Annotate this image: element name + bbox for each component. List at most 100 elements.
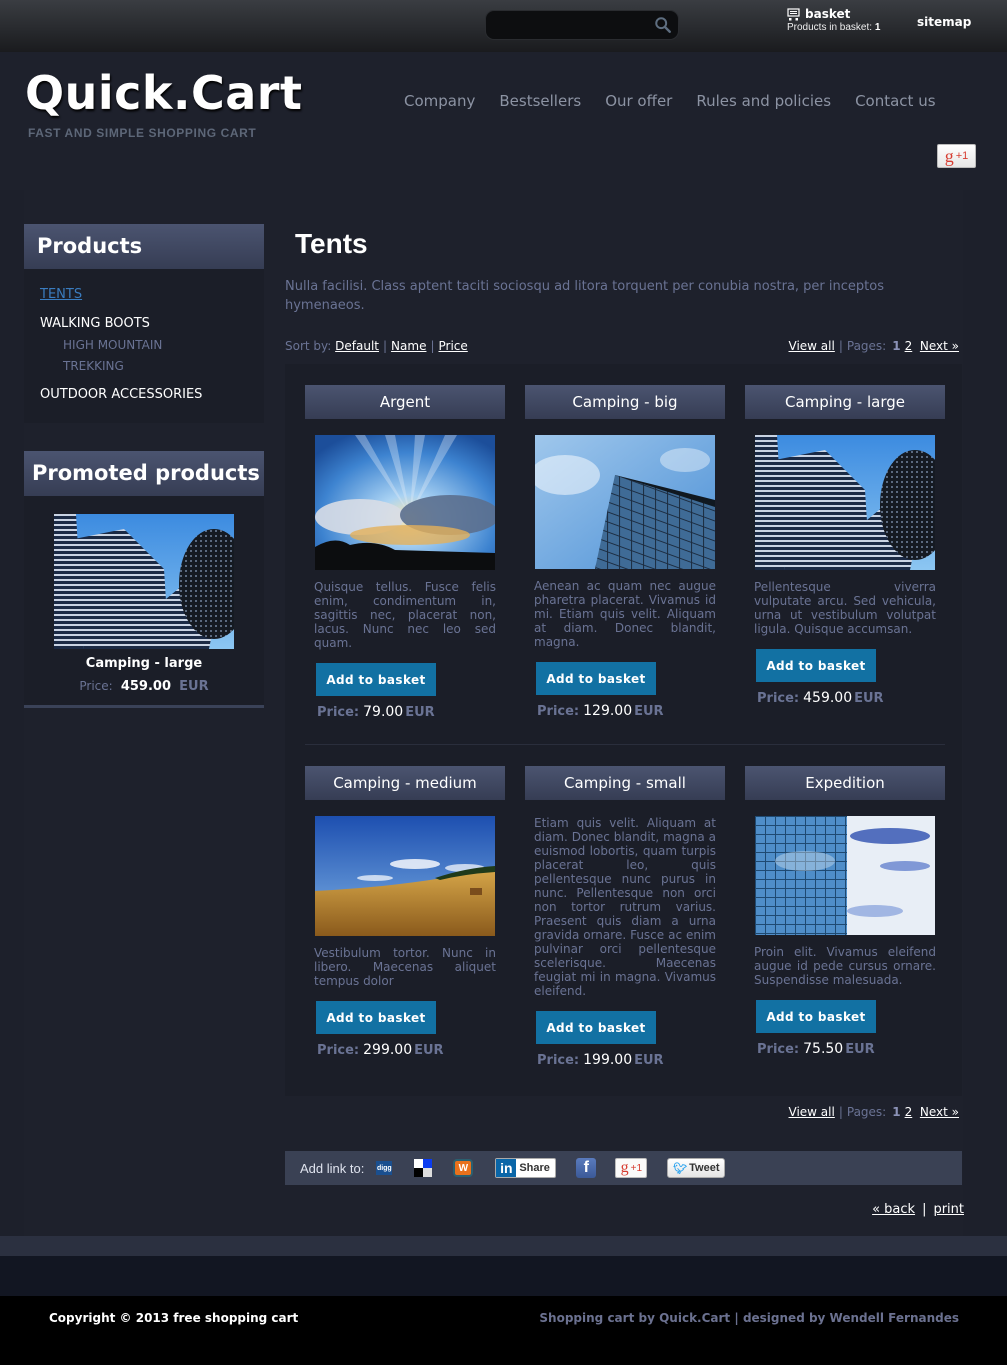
product-name[interactable]: Camping - medium [305,766,505,800]
product-name[interactable]: Camping - large [745,385,945,419]
search-icon[interactable] [654,16,672,34]
product-name[interactable]: Camping - big [525,385,725,419]
pages-label: Pages: [846,1105,887,1119]
linkedin-share-button[interactable]: in Share [495,1158,557,1178]
google-plus-icon: g [620,1159,629,1176]
share-label: Add link to: [300,1160,365,1176]
category-item-high-mountain: HIGH MOUNTAIN [40,338,264,352]
separator: | [838,339,843,353]
add-to-basket-button[interactable]: Add to basket [316,663,436,696]
nav-contact-us[interactable]: Contact us [855,92,935,110]
product-name[interactable]: Camping - small [525,766,725,800]
sort-name[interactable]: Name [391,339,426,353]
product-card: Camping - small Etiam quis velit. Aliqua… [525,766,725,1068]
basket-count: Products in basket: 1 [787,22,880,33]
google-plus-one-button[interactable]: g +1 [937,144,976,168]
product-price: Price: 299.00 EUR [317,1042,505,1058]
sort-price[interactable]: Price [439,339,468,353]
price-value: 79.00 [363,704,404,720]
nav-bestsellers[interactable]: Bestsellers [499,92,581,110]
page-title: Tents [295,228,368,259]
price-value: 459.00 [803,690,853,706]
facebook-icon[interactable]: f [576,1158,597,1178]
promoted-panel-title: Promoted products [24,451,264,496]
add-to-basket-button[interactable]: Add to basket [756,1000,876,1033]
separator: | [430,339,435,353]
google-plus-share-button[interactable]: g +1 [615,1158,648,1178]
product-description: Quisque tellus. Fusce felis enim, condim… [314,580,496,650]
product-price: Price: 129.00 EUR [537,703,725,719]
nav-our-offer[interactable]: Our offer [605,92,672,110]
product-name[interactable]: Argent [305,385,505,419]
digg-icon[interactable]: digg [376,1161,393,1175]
product-card: Camping - big Aenean ac quam nec augue p… [525,385,725,719]
product-image[interactable] [315,816,495,936]
basket-count-label: Products in basket: [787,22,873,33]
category-link-outdoor-accessories[interactable]: OUTDOOR ACCESSORIES [40,387,202,402]
next-page-link[interactable]: Next » [920,339,959,353]
add-to-basket-button[interactable]: Add to basket [316,1001,436,1034]
promoted-product-image[interactable] [54,514,234,649]
add-to-basket-button[interactable]: Add to basket [756,649,876,682]
back-link[interactable]: « back [872,1202,915,1217]
view-all-link[interactable]: View all [789,339,835,353]
google-plus-label: +1 [955,150,969,162]
back-print-links: « back | print [872,1202,964,1217]
search-box [485,10,679,40]
add-to-basket-button[interactable]: Add to basket [536,1011,656,1044]
category-link-high-mountain[interactable]: HIGH MOUNTAIN [63,338,162,352]
quickcart-link[interactable]: Quick.Cart [659,1311,730,1325]
main-nav: Company Bestsellers Our offer Rules and … [404,92,936,110]
print-link[interactable]: print [933,1202,964,1217]
product-image[interactable] [755,435,935,570]
separator: | [922,1202,927,1217]
separator: | [734,1311,739,1325]
pages-label: Pages: [846,339,887,353]
current-page: 1 [892,339,901,353]
price-label: Price: [537,704,580,719]
basket-widget[interactable]: basket Products in basket: 1 [787,7,880,33]
price-currency: EUR [854,691,884,706]
wykop-icon[interactable]: W [453,1159,474,1177]
nav-company[interactable]: Company [404,92,475,110]
site-tagline: FAST AND SIMPLE SHOPPING CART [28,126,257,140]
product-description: Proin elit. Vivamus eleifend augue id pe… [754,945,936,987]
google-plus-icon: g [944,145,954,166]
product-image[interactable] [535,435,715,569]
price-value: 199.00 [583,1052,633,1068]
search-input[interactable] [486,11,646,39]
row-divider [305,744,945,745]
designer-link[interactable]: designed by Wendell Fernandes [743,1311,959,1325]
next-page-link[interactable]: Next » [920,1105,959,1119]
promoted-product-name[interactable]: Camping - large [24,656,264,671]
product-image[interactable] [755,816,935,935]
view-all-link[interactable]: View all [789,1105,835,1119]
price-currency: EUR [634,1053,664,1068]
nav-rules-and-policies[interactable]: Rules and policies [696,92,831,110]
page-2-link[interactable]: 2 [905,1105,913,1119]
price-value: 299.00 [363,1042,413,1058]
site-logo[interactable]: Quick.Cart [25,66,302,120]
product-description: Etiam quis velit. Aliquam at diam. Donec… [534,816,716,998]
product-image[interactable] [315,435,495,570]
category-description: Nulla facilisi. Class aptent taciti soci… [285,279,884,313]
twitter-bird-icon: 🐦︎ [673,1162,688,1175]
price-value: 459.00 [120,679,172,694]
price-label: Price: [79,679,113,693]
tweet-button[interactable]: 🐦︎ Tweet [667,1158,726,1178]
credits-prefix[interactable]: Shopping cart by [539,1311,655,1325]
basket-link[interactable]: basket [805,7,850,21]
sitemap-link[interactable]: sitemap [917,15,971,29]
product-name[interactable]: Expedition [745,766,945,800]
product-card: Argent Quisque tellus. Fusce felis enim,… [305,385,505,720]
delicious-icon[interactable] [414,1159,433,1177]
category-link-trekking[interactable]: TREKKING [63,359,124,373]
sort-label: Sort by: [285,339,332,353]
page-2-link[interactable]: 2 [905,339,913,353]
pagination-bottom: View all | Pages: 1 2 Next » [789,1105,959,1119]
add-to-basket-button[interactable]: Add to basket [536,662,656,695]
sort-default[interactable]: Default [335,339,379,353]
category-link-walking-boots[interactable]: WALKING BOOTS [40,316,150,331]
price-currency: EUR [414,1043,444,1058]
category-link-tents[interactable]: TENTS [40,287,82,302]
